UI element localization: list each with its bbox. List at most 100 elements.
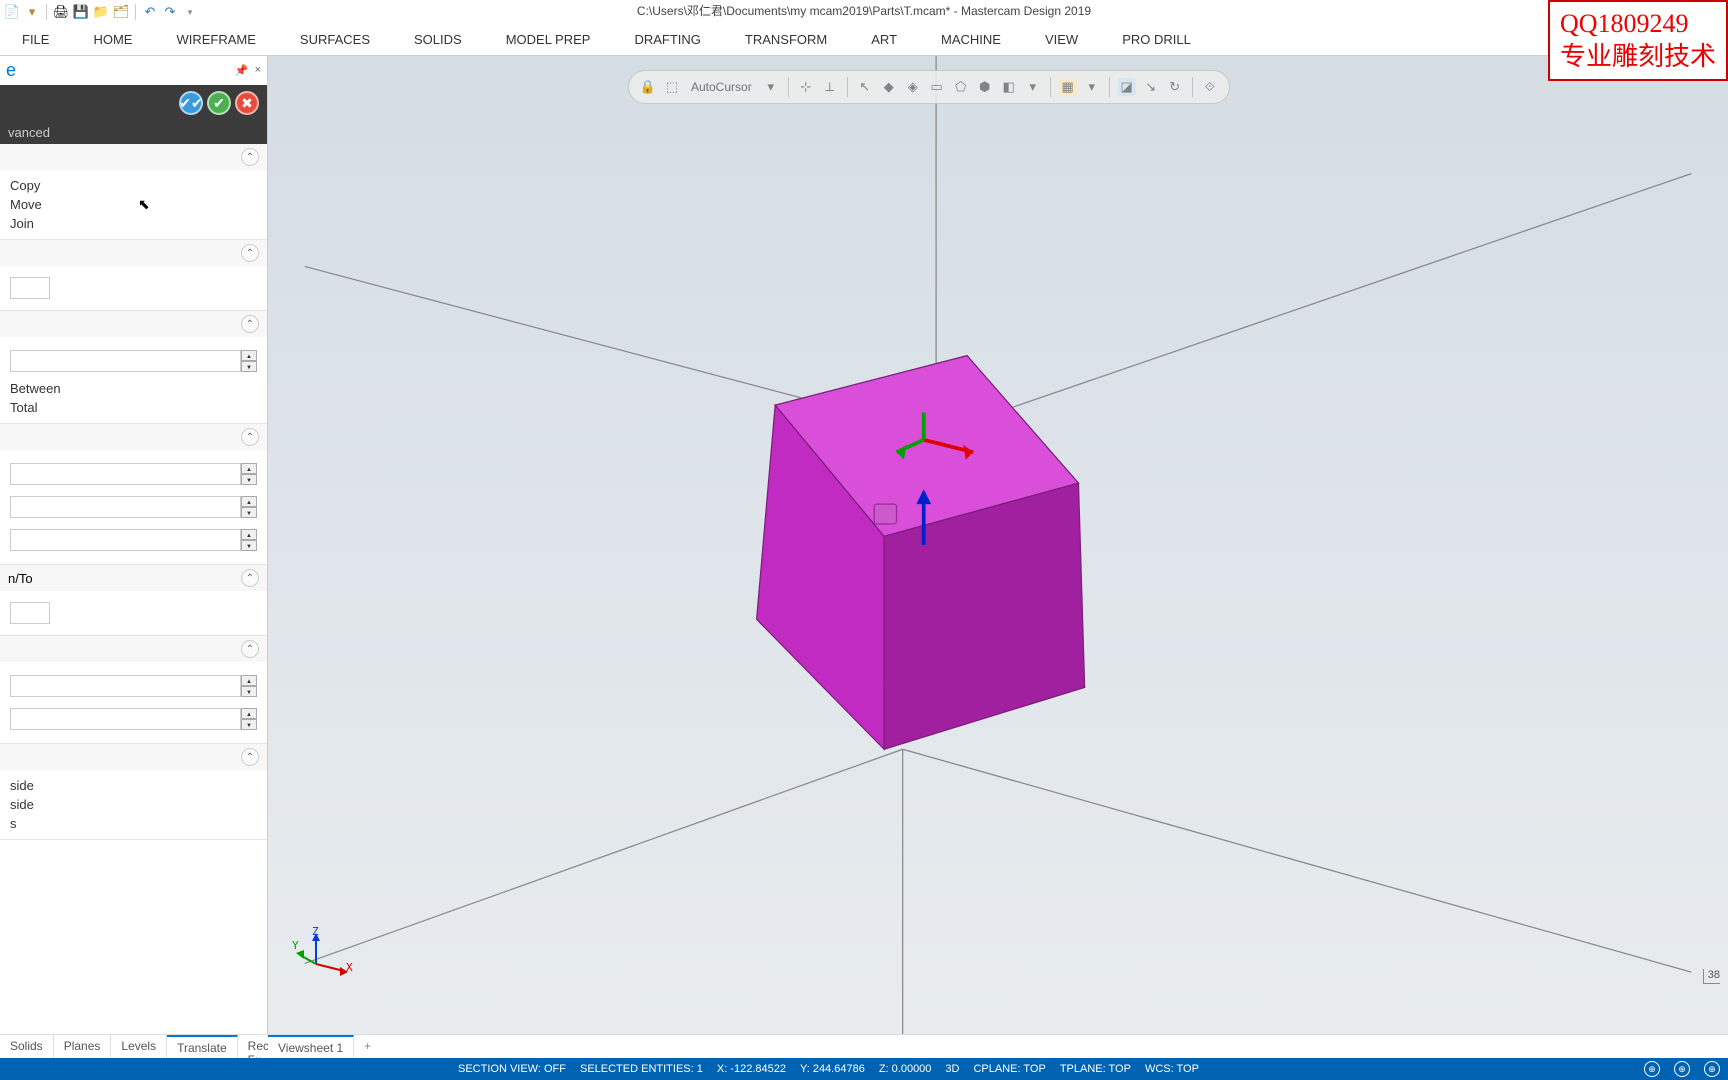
sel-window-icon[interactable]: ▭ [928, 78, 946, 96]
radio-move[interactable]: Move [10, 195, 257, 214]
redo-icon[interactable]: ↷ [162, 4, 178, 20]
status-mode[interactable]: 3D [945, 1063, 959, 1075]
polar-angle-input[interactable] [10, 708, 241, 730]
print-icon[interactable]: 🖨 [53, 4, 69, 20]
sel-axis-icon[interactable]: ⟂ [821, 78, 839, 96]
sel-point-icon[interactable]: ⊹ [797, 78, 815, 96]
spin-up-icon[interactable]: ▲ [241, 463, 257, 474]
spin-down-icon[interactable]: ▼ [241, 361, 257, 372]
tab-wireframe[interactable]: WIREFRAME [154, 24, 277, 55]
viewport-3d[interactable]: 🔒 ⬚ AutoCursor ▾ ⊹ ⟂ ↖ ◆ ◈ ▭ ⬠ ⬢ ◧ ▾ ▦ ▾… [268, 56, 1728, 1034]
autocursor-dropdown[interactable]: AutoCursor [687, 80, 756, 94]
sel-arrow-icon[interactable]: ↖ [856, 78, 874, 96]
radio-total[interactable]: Total [10, 398, 257, 417]
collapse-icon[interactable]: ⌃ [241, 569, 259, 587]
tab-art[interactable]: ART [849, 24, 919, 55]
saveas-icon[interactable]: 📁 [93, 4, 109, 20]
spin-down-icon[interactable]: ▼ [241, 686, 257, 697]
chevron-down-icon[interactable]: ▾ [1083, 78, 1101, 96]
radio-side1[interactable]: side [10, 776, 257, 795]
collapse-icon[interactable]: ⌃ [241, 244, 259, 262]
spin-down-icon[interactable]: ▼ [241, 719, 257, 730]
sel-single-icon[interactable]: ◆ [880, 78, 898, 96]
status-wcs[interactable]: WCS: TOP [1145, 1063, 1199, 1075]
status-globe2-icon[interactable]: ⊕ [1674, 1061, 1690, 1077]
tab-machine[interactable]: MACHINE [919, 24, 1023, 55]
btab-translate[interactable]: Translate [167, 1035, 238, 1058]
status-globe3-icon[interactable]: ⊕ [1704, 1061, 1720, 1077]
pin-icon[interactable]: 📌 [235, 64, 249, 77]
spin-down-icon[interactable]: ▼ [241, 540, 257, 551]
collapse-icon[interactable]: ⌃ [241, 748, 259, 766]
add-viewsheet-button[interactable]: + [354, 1035, 381, 1058]
delta-x-input[interactable] [10, 463, 241, 485]
spin-up-icon[interactable]: ▲ [241, 496, 257, 507]
delta-y-input[interactable] [10, 496, 241, 518]
spin-up-icon[interactable]: ▲ [241, 350, 257, 361]
distance-input[interactable] [10, 350, 241, 372]
section-distance: ⌃ ▲▼ Between Total [0, 311, 267, 424]
lock-icon[interactable]: 🔒 [639, 78, 657, 96]
btab-levels[interactable]: Levels [111, 1035, 167, 1058]
tab-surfaces[interactable]: SURFACES [278, 24, 392, 55]
btab-planes[interactable]: Planes [54, 1035, 112, 1058]
panel-action-row: ✔✔ ✔ ✖ [0, 85, 267, 121]
collapse-icon[interactable]: ⌃ [241, 315, 259, 333]
number-input[interactable] [10, 277, 50, 299]
spin-up-icon[interactable]: ▲ [241, 708, 257, 719]
sel-poly-icon[interactable]: ⬠ [952, 78, 970, 96]
radio-join[interactable]: Join [10, 214, 257, 233]
spin-up-icon[interactable]: ▲ [241, 675, 257, 686]
sel-all-icon[interactable]: ▦ [1059, 78, 1077, 96]
sel-chain-icon[interactable]: ◈ [904, 78, 922, 96]
polar-length-input[interactable] [10, 675, 241, 697]
radio-copy[interactable]: Copy [10, 176, 257, 195]
undo-icon[interactable]: ↶ [142, 4, 158, 20]
sel-end-icon[interactable]: ↘ [1142, 78, 1160, 96]
cursor-mode-icon[interactable]: ⬚ [663, 78, 681, 96]
fromto-input[interactable] [10, 602, 50, 624]
sel-vector-icon[interactable]: ⬢ [976, 78, 994, 96]
open-dropdown-icon[interactable]: ▾ [24, 4, 40, 20]
tab-view[interactable]: VIEW [1023, 24, 1100, 55]
new-icon[interactable]: 📄 [4, 4, 20, 20]
folder-icon[interactable]: 🗂 [113, 4, 129, 20]
radio-side2[interactable]: side [10, 795, 257, 814]
tab-transform[interactable]: TRANSFORM [723, 24, 849, 55]
sel-verify-icon[interactable]: ◪ [1118, 78, 1136, 96]
status-section-view[interactable]: SECTION VIEW: OFF [458, 1063, 566, 1075]
sel-expand-icon[interactable]: ⟐ [1201, 78, 1219, 96]
delta-z-input[interactable] [10, 529, 241, 551]
tab-file[interactable]: FILE [0, 24, 71, 55]
apply-stay-button[interactable]: ✔✔ [179, 91, 203, 115]
viewsheet-tab[interactable]: Viewsheet 1 [268, 1035, 354, 1058]
selection-toolbar: 🔒 ⬚ AutoCursor ▾ ⊹ ⟂ ↖ ◆ ◈ ▭ ⬠ ⬢ ◧ ▾ ▦ ▾… [628, 70, 1230, 104]
tab-drafting[interactable]: DRAFTING [612, 24, 722, 55]
cancel-button[interactable]: ✖ [235, 91, 259, 115]
tab-modelprep[interactable]: MODEL PREP [484, 24, 613, 55]
spin-up-icon[interactable]: ▲ [241, 529, 257, 540]
status-cplane[interactable]: CPLANE: TOP [973, 1063, 1045, 1075]
close-icon[interactable]: × [255, 64, 261, 77]
chevron-down-icon[interactable]: ▾ [1024, 78, 1042, 96]
tab-prodrill[interactable]: PRO DRILL [1100, 24, 1213, 55]
panel-tab-advanced[interactable]: vanced [0, 121, 267, 144]
radio-between[interactable]: Between [10, 379, 257, 398]
spin-down-icon[interactable]: ▼ [241, 507, 257, 518]
tab-solids[interactable]: SOLIDS [392, 24, 484, 55]
qat-more-icon[interactable]: ▾ [182, 4, 198, 20]
save-icon[interactable]: 💾 [73, 4, 89, 20]
tab-home[interactable]: HOME [71, 24, 154, 55]
btab-solids[interactable]: Solids [0, 1035, 54, 1058]
status-globe1-icon[interactable]: ⊕ [1644, 1061, 1660, 1077]
status-tplane[interactable]: TPLANE: TOP [1060, 1063, 1131, 1075]
sel-solid-icon[interactable]: ◧ [1000, 78, 1018, 96]
spin-down-icon[interactable]: ▼ [241, 474, 257, 485]
collapse-icon[interactable]: ⌃ [241, 640, 259, 658]
ok-button[interactable]: ✔ [207, 91, 231, 115]
sel-undo-icon[interactable]: ↻ [1166, 78, 1184, 96]
radio-both[interactable]: s [10, 814, 257, 833]
chevron-down-icon[interactable]: ▾ [762, 78, 780, 96]
collapse-icon[interactable]: ⌃ [241, 428, 259, 446]
collapse-icon[interactable]: ⌃ [241, 148, 259, 166]
